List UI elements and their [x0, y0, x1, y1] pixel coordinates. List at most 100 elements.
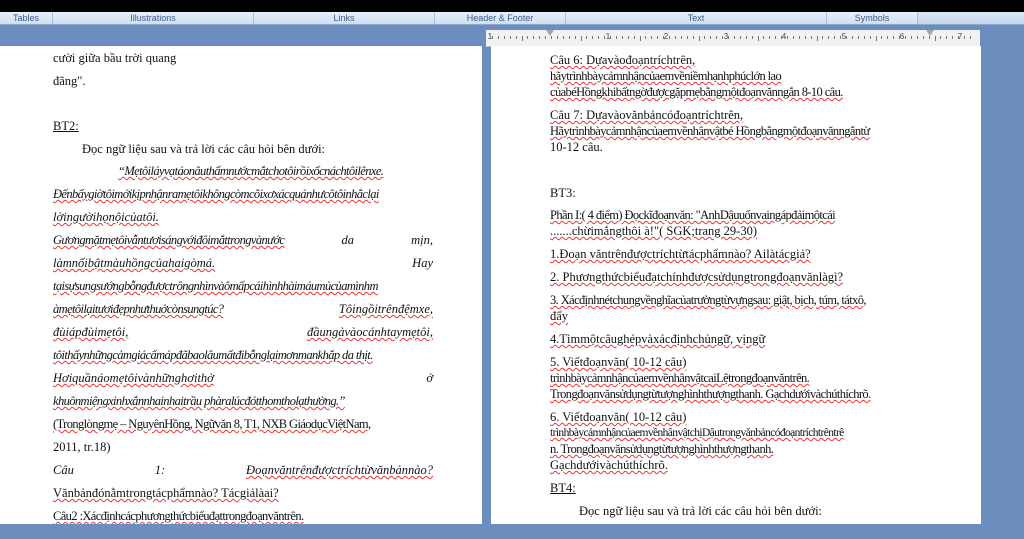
document-page-right[interactable]: Câu 6: Dựavàođoạntríchtrên, hãytrìnhbàyc… — [491, 46, 981, 524]
ribbon-group-links[interactable]: Links — [254, 12, 435, 24]
right-indent-marker[interactable] — [926, 30, 934, 36]
quote-word: làmnổibậtmàuhồngcủahaigòmá. — [53, 256, 216, 270]
citation-line: (Tronglòngmẹ – NguyênHồng, Ngữvăn 8, T1,… — [53, 417, 371, 431]
ruler-tick — [580, 36, 582, 41]
question-line: 6. Viếtđoạnvăn( 10-12 câu) — [550, 410, 687, 424]
ruler-tick — [533, 36, 535, 39]
ribbon-group-illustrations[interactable]: Illustrations — [53, 12, 254, 24]
ruler-tick — [509, 36, 511, 39]
ruler-tick — [887, 36, 889, 39]
ruler-tick — [722, 36, 724, 39]
ruler-tick — [804, 36, 806, 39]
ruler-tick — [503, 36, 505, 39]
question-word: 1: — [154, 463, 166, 477]
ruler-tick — [881, 36, 883, 39]
ruler-tick — [857, 36, 859, 39]
ruler-tick — [869, 36, 871, 39]
ruler-tick — [562, 36, 564, 39]
ruler-tick — [787, 36, 788, 39]
ruler-tick — [539, 36, 541, 39]
question-line: Vănbảnđónằmtrongtácphẩmnào? Tácgiảlàai? — [53, 486, 279, 500]
ruler-tick — [822, 36, 824, 39]
ruler-tick — [893, 36, 895, 39]
quote-word: Hay — [412, 256, 433, 270]
quote-word: da — [341, 233, 354, 247]
ruler-tick — [633, 36, 635, 39]
question-line: Phần I:( 4 điểm) Đọckĩđoạnvăn: "AnhDậuuố… — [550, 208, 836, 222]
ribbon-group-symbols[interactable]: Symbols — [827, 12, 918, 24]
ruler-tick — [663, 36, 665, 39]
question-line: Câu2 :Xácđịnhcácphươngthứcbiểuđạttrongđo… — [53, 509, 304, 523]
ruler-tick — [692, 36, 694, 39]
ruler-tick — [798, 36, 800, 39]
question-word: Câu — [53, 463, 74, 477]
quote-line: khuônmiệngxinhxắnnhainhaitrầu phàralúcđó… — [53, 394, 345, 408]
question-line: n. Trongđoạnvănsửdụngtừtượnghìnhthượngth… — [550, 442, 774, 456]
ruler-tick — [710, 36, 712, 39]
ruler-tick — [698, 36, 700, 41]
ruler-tick — [568, 36, 570, 39]
ruler-tick — [586, 36, 588, 39]
quote-word: ở — [426, 371, 433, 385]
ruler-tick — [686, 36, 688, 39]
ruler-tick — [757, 36, 759, 41]
ruler-tick — [928, 36, 930, 39]
ruler-tick — [574, 36, 576, 39]
ruler-tick — [651, 36, 653, 39]
ribbon-group-bar: Tables Illustrations Links Header & Foot… — [0, 12, 1024, 25]
ruler-number: 2 — [663, 32, 669, 41]
question-line: 2. Phươngthứcbiểuđạtchínhđượcsửdụngtrong… — [550, 270, 844, 284]
question-line: 1.Đoạn văntrênđượctríchtừtácphẩmnào? Ail… — [550, 247, 811, 261]
ruler-tick — [946, 36, 948, 39]
ribbon-group-header-footer[interactable]: Header & Footer — [435, 12, 566, 24]
question-line: Hãytrìnhbàycảmnhậncủaemvềnhânvậtbé Hồngb… — [550, 124, 870, 138]
ruler-tick — [669, 36, 670, 39]
question-line: .......chừimắngthôi à!"( SGK;trang 29-30… — [550, 224, 757, 238]
ribbon-group-text[interactable]: Text — [566, 12, 827, 24]
quote-word: àmẹtôilạitươiđẹpnhưthuởcònsungtúc? — [53, 302, 224, 316]
ruler-tick — [745, 36, 747, 39]
quote-line-justified: đùiápđùimẹtôi, đầungảvàocánhtaymẹtôi, — [53, 324, 433, 340]
ruler-tick — [769, 36, 771, 39]
ruler-tick — [875, 36, 877, 41]
ruler-tick — [657, 36, 659, 39]
ruler-tick — [551, 36, 552, 39]
horizontal-ruler[interactable]: 1 1 2 3 4 5 6 7 — [486, 30, 980, 47]
ruler-tick — [739, 36, 741, 39]
question-line: Câu 6: Dựavàođoạntríchtrên, — [550, 53, 696, 67]
ruler-tick — [592, 36, 594, 39]
quote-line: Đếnbấygiờtôimớikịpnhậnramẹtôikhôngcòmcõi… — [53, 187, 379, 201]
ruler-tick — [781, 36, 783, 39]
question-line: Gạchdướivàchúthíchrõ. — [550, 458, 668, 472]
question-line: trìnhbàycảmnhậncủaemvềnhânvậtcaiLệtrongđ… — [550, 371, 810, 385]
ribbon-group-tables[interactable]: Tables — [0, 12, 53, 24]
top-black-bar — [0, 0, 1024, 12]
text-line: cười giữa bầu trời quang — [53, 51, 177, 65]
question-line: Trongđoạnvănsửdụngtừtượnghìnhthượngthanh… — [550, 387, 871, 401]
ruler-tick — [680, 36, 682, 39]
quote-word: mịn, — [411, 233, 433, 247]
ruler-tick — [627, 36, 629, 39]
citation-line: 2011, tr.18) — [53, 440, 111, 454]
exercise-heading-bt4: BT4: — [550, 481, 576, 495]
quote-line-justified: Hơiquầnáomẹtôivànhữnghơithở ở — [53, 370, 433, 386]
ruler-tick — [863, 36, 865, 39]
ruler-number: 6 — [899, 32, 905, 41]
quote-line: “Mẹtôiláyvạtáonâuthấmnướcmắtchotôirồixốc… — [118, 164, 384, 178]
question-line-justified: Câu 1: Đoạnvăntrênđượctríchtừvănbảnnào? — [53, 462, 433, 478]
ruler-tick — [704, 36, 706, 39]
question-line: trìnhbàycảmnhậncủaemvềnhânvậtchịDậutrong… — [550, 427, 844, 439]
ruler-tick — [639, 36, 641, 41]
quote-word: Hơiquầnáomẹtôivànhữnghơithở — [53, 371, 214, 385]
ruler-tick — [497, 36, 499, 39]
left-indent-marker[interactable] — [546, 30, 554, 36]
quote-word: Gươngmặtmẹtôivẫntươisángvớiđôimắttrongvà… — [53, 233, 285, 247]
ruler-tick — [728, 36, 729, 39]
quote-word: Tôingồitrênđệmxe, — [338, 302, 433, 316]
ruler-tick — [515, 36, 517, 39]
bottom-workspace-edge — [0, 524, 1024, 539]
document-page-left[interactable]: cười giữa bầu trời quang đãng". BT2: Đọc… — [0, 46, 482, 524]
ruler-tick — [556, 36, 558, 39]
quote-word: đầungảvàocánhtaymẹtôi, — [306, 325, 433, 339]
ruler-tick — [604, 36, 606, 39]
